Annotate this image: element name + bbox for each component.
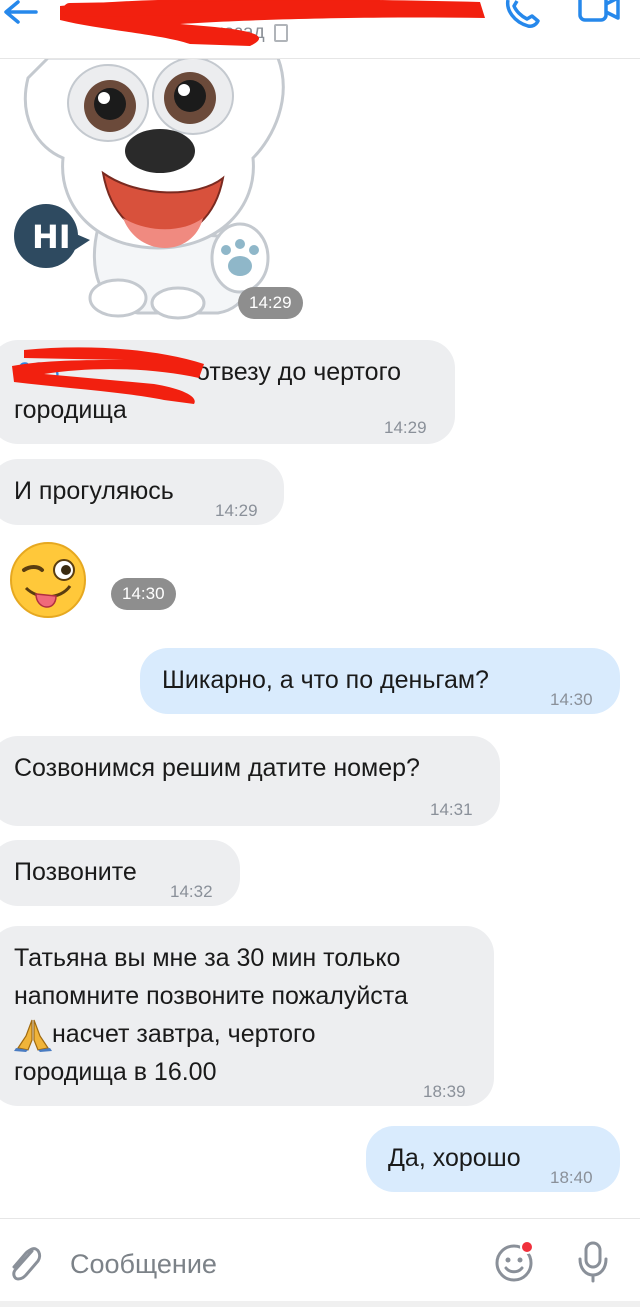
incoming-message[interactable]: Позвоните 14:32: [0, 840, 240, 906]
message-text: насчет завтра, чертого: [52, 1020, 316, 1048]
back-arrow-icon[interactable]: [0, 0, 40, 30]
redaction-mark: [12, 347, 204, 404]
message-time: 14:30: [550, 690, 593, 709]
sticker-message[interactable]: HI 14:29: [0, 58, 310, 323]
incoming-message[interactable]: Созвонимся решим датите номер? 14:31: [0, 736, 500, 826]
winking-tongue-emoji: [10, 542, 86, 618]
sticker-hi-label: HI: [32, 218, 71, 256]
message-text: Татьяна вы мне за 30 мин только: [14, 944, 401, 972]
phone-icon[interactable]: [500, 0, 546, 30]
dog-hi-sticker: [14, 58, 285, 320]
outgoing-message[interactable]: Шикарно, а что по деньгам? 14:30: [140, 648, 620, 714]
message-time: 14:30: [111, 578, 176, 610]
chat-header: назад: [0, 0, 640, 59]
message-time: 14:31: [430, 800, 473, 819]
message-time: 14:29: [238, 287, 303, 319]
microphone-icon[interactable]: [574, 1237, 614, 1285]
message-input-bar: Сообщение: [0, 1218, 640, 1307]
emoji-icon[interactable]: [492, 1239, 538, 1285]
message-time: 14:32: [170, 882, 213, 901]
incoming-message[interactable]: Татьяна вы мне за 30 мин только напомнит…: [0, 926, 494, 1106]
message-time: 14:29: [215, 501, 258, 520]
system-nav-strip: [0, 1301, 640, 1307]
message-text: напомните позвоните пожалуйста: [14, 982, 408, 1010]
message-time: 14:29: [384, 418, 427, 437]
message-text: Да, хорошо: [388, 1144, 521, 1172]
message-text: городища в 16.00: [14, 1058, 217, 1086]
message-text: отвезу до чертого: [196, 358, 402, 386]
incoming-message[interactable]: И прогуляюсь 14:29: [0, 459, 284, 525]
message-text: И прогуляюсь: [14, 477, 174, 505]
attach-icon[interactable]: [4, 1241, 44, 1285]
praying-hands-icon: [14, 1018, 52, 1052]
outgoing-message[interactable]: Да, хорошо 18:40: [366, 1126, 620, 1192]
message-time: 18:39: [423, 1082, 466, 1101]
message-text: Созвонимся решим датите номер?: [14, 754, 420, 782]
redaction-mark: [60, 0, 485, 46]
message-text: Позвоните: [14, 858, 137, 886]
emoji-message[interactable]: 14:30: [0, 538, 190, 630]
message-input[interactable]: Сообщение: [70, 1249, 217, 1280]
incoming-message[interactable]: 905 отвезу до чертого городища 14:29: [0, 340, 455, 444]
message-text: Шикарно, а что по деньгам?: [162, 666, 489, 694]
message-list[interactable]: HI 14:29 905 отвезу до чертого городища …: [0, 58, 640, 1218]
message-time: 18:40: [550, 1168, 593, 1187]
video-call-icon[interactable]: [576, 0, 626, 30]
